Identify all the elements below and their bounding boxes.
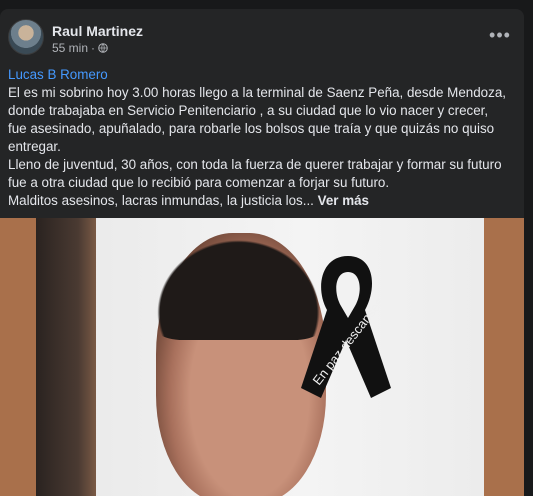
post-line: Lleno de juventud, 30 años, con toda la … <box>8 157 502 172</box>
post-header: Raul Martinez 55 min · ••• <box>0 9 524 64</box>
post-line-last: Malditos asesinos, lacras inmundas, la j… <box>8 192 518 210</box>
post-line: fue a otra ciudad que lo recibió para co… <box>8 175 390 190</box>
globe-icon <box>98 43 108 53</box>
meta-separator: · <box>91 41 96 55</box>
post-meta: 55 min · <box>52 41 108 55</box>
avatar[interactable] <box>8 19 44 55</box>
mourning-ribbon-icon: En paz descanses <box>301 256 391 398</box>
more-options-icon[interactable]: ••• <box>486 23 514 47</box>
post-body: Lucas B Romero El es mi sobrino hoy 3.00… <box>8 66 518 210</box>
post-time[interactable]: 55 min <box>52 41 88 55</box>
post-line: entregar. <box>8 139 61 154</box>
photo-content: En paz descanses <box>36 218 484 496</box>
post-line: donde trabajaba en Servicio Penitenciari… <box>8 103 489 118</box>
post-photo[interactable]: En paz descanses <box>0 218 524 496</box>
post-line: El es mi sobrino hoy 3.00 horas llego a … <box>8 85 506 100</box>
see-more-link[interactable]: Ver más <box>318 193 369 208</box>
tagged-user-link[interactable]: Lucas B Romero <box>8 67 108 82</box>
doorframe <box>36 218 96 496</box>
author-name[interactable]: Raul Martinez <box>52 23 143 39</box>
post-line-truncated: Malditos asesinos, lacras inmundas, la j… <box>8 193 314 208</box>
post-line: fue asesinado, apuñalado, para robarle l… <box>8 121 495 136</box>
post-card: Raul Martinez 55 min · ••• Lucas B Romer… <box>0 9 524 496</box>
